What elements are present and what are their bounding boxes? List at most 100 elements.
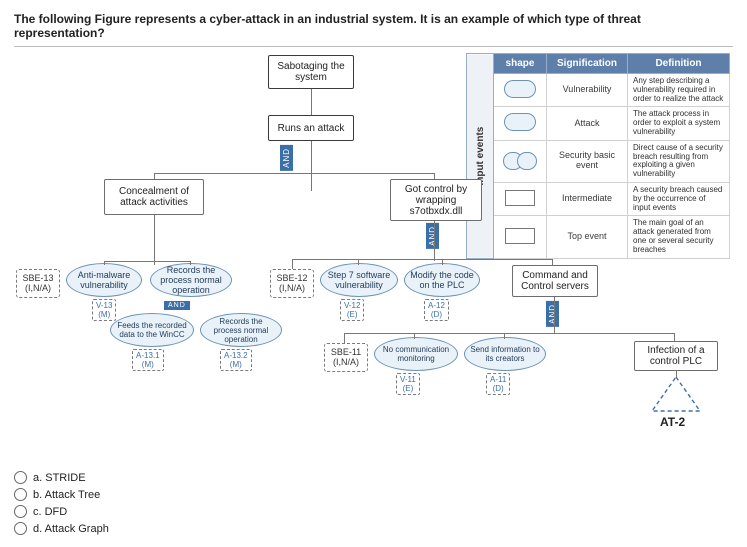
shape-attack-icon [504, 113, 536, 131]
tag-m: (D) [428, 310, 445, 319]
connector [554, 297, 555, 333]
answer-option-a[interactable]: a. STRIDE [14, 471, 733, 484]
connector [344, 333, 345, 343]
legend-sig-header: Signification [547, 54, 628, 74]
node-gotcontrol: Got control by wrapping s7otbxdx.dll [390, 179, 482, 221]
ellipse-feeds: Feeds the recorded data to the WinCC [110, 313, 194, 347]
sbe-id: SBE-11 [331, 347, 361, 357]
connector [311, 89, 312, 115]
node-concealment: Concealment of attack activities [104, 179, 204, 215]
connector [154, 173, 155, 179]
shape-sbe-icon [503, 152, 537, 168]
shape-vulnerability-icon [504, 80, 536, 98]
sbe-na: (I,N/A) [279, 283, 305, 293]
ellipse-records-normal: Records the process normal operation [150, 263, 232, 297]
tag-a11: A-11 (D) [486, 373, 510, 395]
connector [190, 261, 191, 265]
tag-m: (E) [344, 310, 360, 319]
tag-id: V-11 [400, 375, 416, 384]
sbe-id: SBE-13 [22, 273, 53, 283]
connector [434, 173, 435, 179]
answer-label: b. Attack Tree [33, 489, 100, 501]
legend-def: Direct cause of a security breach result… [628, 140, 730, 182]
radio-icon[interactable] [14, 505, 27, 518]
tag-v13: V-13 (M) [92, 299, 116, 321]
connector [504, 333, 505, 339]
legend-row: Top event The main goal of an attack gen… [467, 216, 730, 258]
radio-icon[interactable] [14, 471, 27, 484]
answer-option-b[interactable]: b. Attack Tree [14, 488, 733, 501]
triangle-icon [650, 375, 702, 413]
legend-row: Intermediate A security breach caused by… [467, 182, 730, 215]
sbe-13: SBE-13 (I,N/A) [16, 269, 60, 298]
sbe-11: SBE-11 (I,N/A) [324, 343, 368, 372]
legend-sig: Attack [547, 107, 628, 140]
ellipse-nocomm: No communication monitoring [374, 337, 458, 371]
node-runs-attack: Runs an attack [268, 115, 354, 141]
tag-v11: V-11 (E) [396, 373, 420, 395]
tag-id: A-12 [428, 301, 445, 310]
tag-id: V-13 [96, 301, 112, 310]
tag-m: (M) [96, 310, 112, 319]
answer-label: c. DFD [33, 506, 67, 518]
shape-intermediate-icon [505, 190, 535, 206]
tag-id: A-13.2 [224, 351, 248, 360]
connector [104, 261, 105, 265]
legend-shape-header: shape [494, 54, 547, 74]
tag-m: (M) [224, 360, 248, 369]
ellipse-antimalware: Anti-malware vulnerability [66, 263, 142, 297]
legend-sig: Top event [547, 216, 628, 258]
ellipse-step7: Step 7 software vulnerability [320, 263, 398, 297]
diagram-area: Input events shape Signification Definit… [14, 53, 734, 463]
legend-def: A security breach caused by the occurren… [628, 182, 730, 215]
legend-row: Attack The attack process in order to ex… [467, 107, 730, 140]
tag-m: (M) [136, 360, 160, 369]
tag-id: A-13.1 [136, 351, 160, 360]
legend-events-header: Input events [467, 54, 494, 259]
tag-v12: V-12 (E) [340, 299, 364, 321]
connector [292, 259, 552, 260]
node-sabotaging: Sabotaging the system [268, 55, 354, 89]
legend-def: The main goal of an attack generated fro… [628, 216, 730, 258]
sbe-12: SBE-12 (I,N/A) [270, 269, 314, 298]
and-badge: AND [280, 145, 293, 171]
answer-options: a. STRIDE b. Attack Tree c. DFD d. Attac… [14, 471, 733, 535]
and-badge: AND [426, 223, 439, 249]
sbe-na: (I,N/A) [333, 357, 359, 367]
answer-option-c[interactable]: c. DFD [14, 505, 733, 518]
sbe-id: SBE-12 [276, 273, 307, 283]
connector [414, 333, 415, 339]
ellipse-sendinfo: Send information to its creators [464, 337, 546, 371]
tag-id: V-12 [344, 301, 360, 310]
answer-label: a. STRIDE [33, 472, 86, 484]
tag-m: (D) [490, 384, 506, 393]
legend-table: Input events shape Signification Definit… [466, 53, 730, 259]
tag-a131: A-13.1 (M) [132, 349, 164, 371]
tag-a12: A-12 (D) [424, 299, 449, 321]
legend-sig: Intermediate [547, 182, 628, 215]
legend-def-header: Definition [628, 54, 730, 74]
connector [358, 259, 359, 265]
legend-def: Any step describing a vulnerability requ… [628, 74, 730, 107]
legend-row: Vulnerability Any step describing a vuln… [467, 74, 730, 107]
ellipse-modify-plc: Modify the code on the PLC [404, 263, 480, 297]
connector [676, 371, 677, 377]
legend-sig: Vulnerability [547, 74, 628, 107]
radio-icon[interactable] [14, 488, 27, 501]
answer-option-d[interactable]: d. Attack Graph [14, 522, 733, 535]
tag-m: (E) [400, 384, 416, 393]
connector [292, 259, 293, 269]
and-badge: AND [164, 301, 190, 310]
legend-sig: Security basic event [547, 140, 628, 182]
radio-icon[interactable] [14, 522, 27, 535]
node-infection: Infection of a control PLC [634, 341, 718, 371]
ellipse-records-normal2: Records the process normal operation [200, 313, 282, 347]
at2-label: AT-2 [660, 415, 685, 429]
connector [104, 261, 190, 262]
connector [434, 221, 435, 261]
legend-def: The attack process in order to exploit a… [628, 107, 730, 140]
connector [311, 141, 312, 191]
answer-label: d. Attack Graph [33, 523, 109, 535]
tag-a132: A-13.2 (M) [220, 349, 252, 371]
shape-top-icon [505, 228, 535, 244]
